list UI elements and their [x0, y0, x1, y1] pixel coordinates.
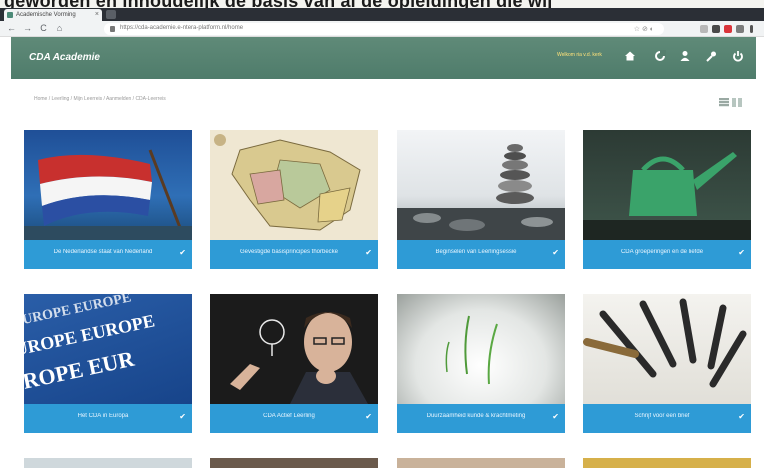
tile-label-bar: CDA groeperingen en de liefde ✔: [583, 240, 751, 269]
refresh-icon[interactable]: [654, 50, 666, 62]
rocket-icon: ✔: [738, 248, 745, 257]
tile-label: Gevestigde basisprincipes thorbecke: [239, 249, 339, 255]
rocket-icon: ✔: [365, 248, 372, 257]
tile-label: Duurzaamheid kunde & krachtmeting: [426, 413, 526, 419]
power-icon[interactable]: [732, 50, 744, 62]
address-bar[interactable]: https://cda-academie.e-ntera-platform.nl…: [104, 23, 664, 35]
app-header: CDA Academie Welkom ria v.d. kerk: [11, 37, 756, 79]
course-tile[interactable]: Beginselen van Leerlingsessie ✔: [397, 130, 565, 273]
browser-tab-bar: Academische Vorming ×: [0, 8, 764, 21]
rocket-icon: ✔: [552, 412, 559, 421]
course-tile-partial[interactable]: [210, 458, 378, 468]
course-tile[interactable]: CDA groeperingen en de liefde ✔: [583, 130, 751, 273]
extension-icon[interactable]: [736, 25, 744, 33]
favicon-icon: [7, 12, 13, 18]
course-tile[interactable]: Schrijf voor een brief ✔: [583, 294, 751, 437]
tile-label-bar: Beginselen van Leerlingsessie ✔: [397, 240, 565, 269]
course-tile[interactable]: Gevestigde basisprincipes thorbecke ✔: [210, 130, 378, 273]
tile-label-bar: De Nederlandse staat van Nederland ✔: [24, 240, 192, 269]
extension-icon[interactable]: [700, 25, 708, 33]
course-tile[interactable]: EUROPE EUROPE EUROPE EUROPE EUROPE EUR H…: [24, 294, 192, 437]
address-url: https://cda-academie.e-ntera-platform.nl…: [120, 25, 244, 31]
rocket-icon: ✔: [738, 412, 745, 421]
course-tile[interactable]: De Nederlandse staat van Nederland ✔: [24, 130, 192, 273]
tile-label-bar: Schrijf voor een brief ✔: [583, 404, 751, 433]
new-tab-button[interactable]: [106, 10, 116, 19]
course-image-sprout: [397, 294, 565, 404]
tile-label-bar: CDA Actief Leerling ✔: [210, 404, 378, 433]
tile-label: Schrijf voor een brief: [634, 413, 690, 419]
tile-label: Beginselen van Leerlingsessie: [435, 249, 517, 255]
course-tile[interactable]: Duurzaamheid kunde & krachtmeting ✔: [397, 294, 565, 437]
home-icon[interactable]: [624, 50, 636, 62]
tile-label: De Nederlandse staat van Nederland: [53, 249, 153, 255]
course-image-thinking-man: [210, 294, 378, 404]
course-image-map: [210, 130, 378, 240]
course-tile[interactable]: CDA Actief Leerling ✔: [210, 294, 378, 437]
browser-toolbar: ← → C ⌂ https://cda-academie.e-ntera-pla…: [0, 21, 764, 37]
rocket-icon: ✔: [179, 412, 186, 421]
course-tile-partial[interactable]: [397, 458, 565, 468]
address-bar-icons[interactable]: ☆ ⊘ ◐: [634, 25, 654, 33]
course-tile-partial[interactable]: [583, 458, 751, 468]
course-image-pens: [583, 294, 751, 404]
tile-label: CDA groeperingen en de liefde: [620, 249, 704, 255]
browser-menu-icon[interactable]: [750, 25, 753, 33]
back-button[interactable]: ←: [6, 23, 17, 33]
grid-view-toggle[interactable]: [732, 98, 742, 107]
browser-tab-title: Academische Vorming: [16, 12, 76, 18]
forward-button[interactable]: →: [22, 23, 33, 33]
wrench-icon[interactable]: [705, 50, 717, 62]
home-button[interactable]: ⌂: [54, 23, 65, 33]
tile-label: Het CDA in Europa: [77, 413, 129, 419]
course-tile-partial[interactable]: [24, 458, 192, 468]
reload-button[interactable]: C: [38, 23, 49, 33]
course-image-stones: [397, 130, 565, 240]
browser-tab[interactable]: Academische Vorming ×: [4, 9, 102, 21]
course-image-watering-can: [583, 130, 751, 240]
extension-icon[interactable]: [712, 25, 720, 33]
course-image-flag: [24, 130, 192, 240]
rocket-icon: ✔: [552, 248, 559, 257]
tile-label-bar: Het CDA in Europa ✔: [24, 404, 192, 433]
user-welcome: Welkom ria v.d. kerk: [557, 52, 602, 58]
tile-label-bar: Gevestigde basisprincipes thorbecke ✔: [210, 240, 378, 269]
rocket-icon: ✔: [365, 412, 372, 421]
rocket-icon: ✔: [179, 248, 186, 257]
tile-label-bar: Duurzaamheid kunde & krachtmeting ✔: [397, 404, 565, 433]
lock-icon: [110, 26, 115, 32]
user-icon[interactable]: [679, 50, 691, 62]
app-logo[interactable]: CDA Academie: [29, 52, 100, 63]
tile-label: CDA Actief Leerling: [263, 413, 315, 419]
course-image-europe: EUROPE EUROPE EUROPE EUROPE EUROPE EUR: [24, 294, 192, 404]
breadcrumb: Home / Leerling / Mijn Leerreis / Aanmel…: [34, 96, 166, 102]
list-view-toggle[interactable]: [719, 98, 729, 107]
extension-icon[interactable]: [724, 25, 732, 33]
close-tab-icon[interactable]: ×: [95, 11, 99, 18]
